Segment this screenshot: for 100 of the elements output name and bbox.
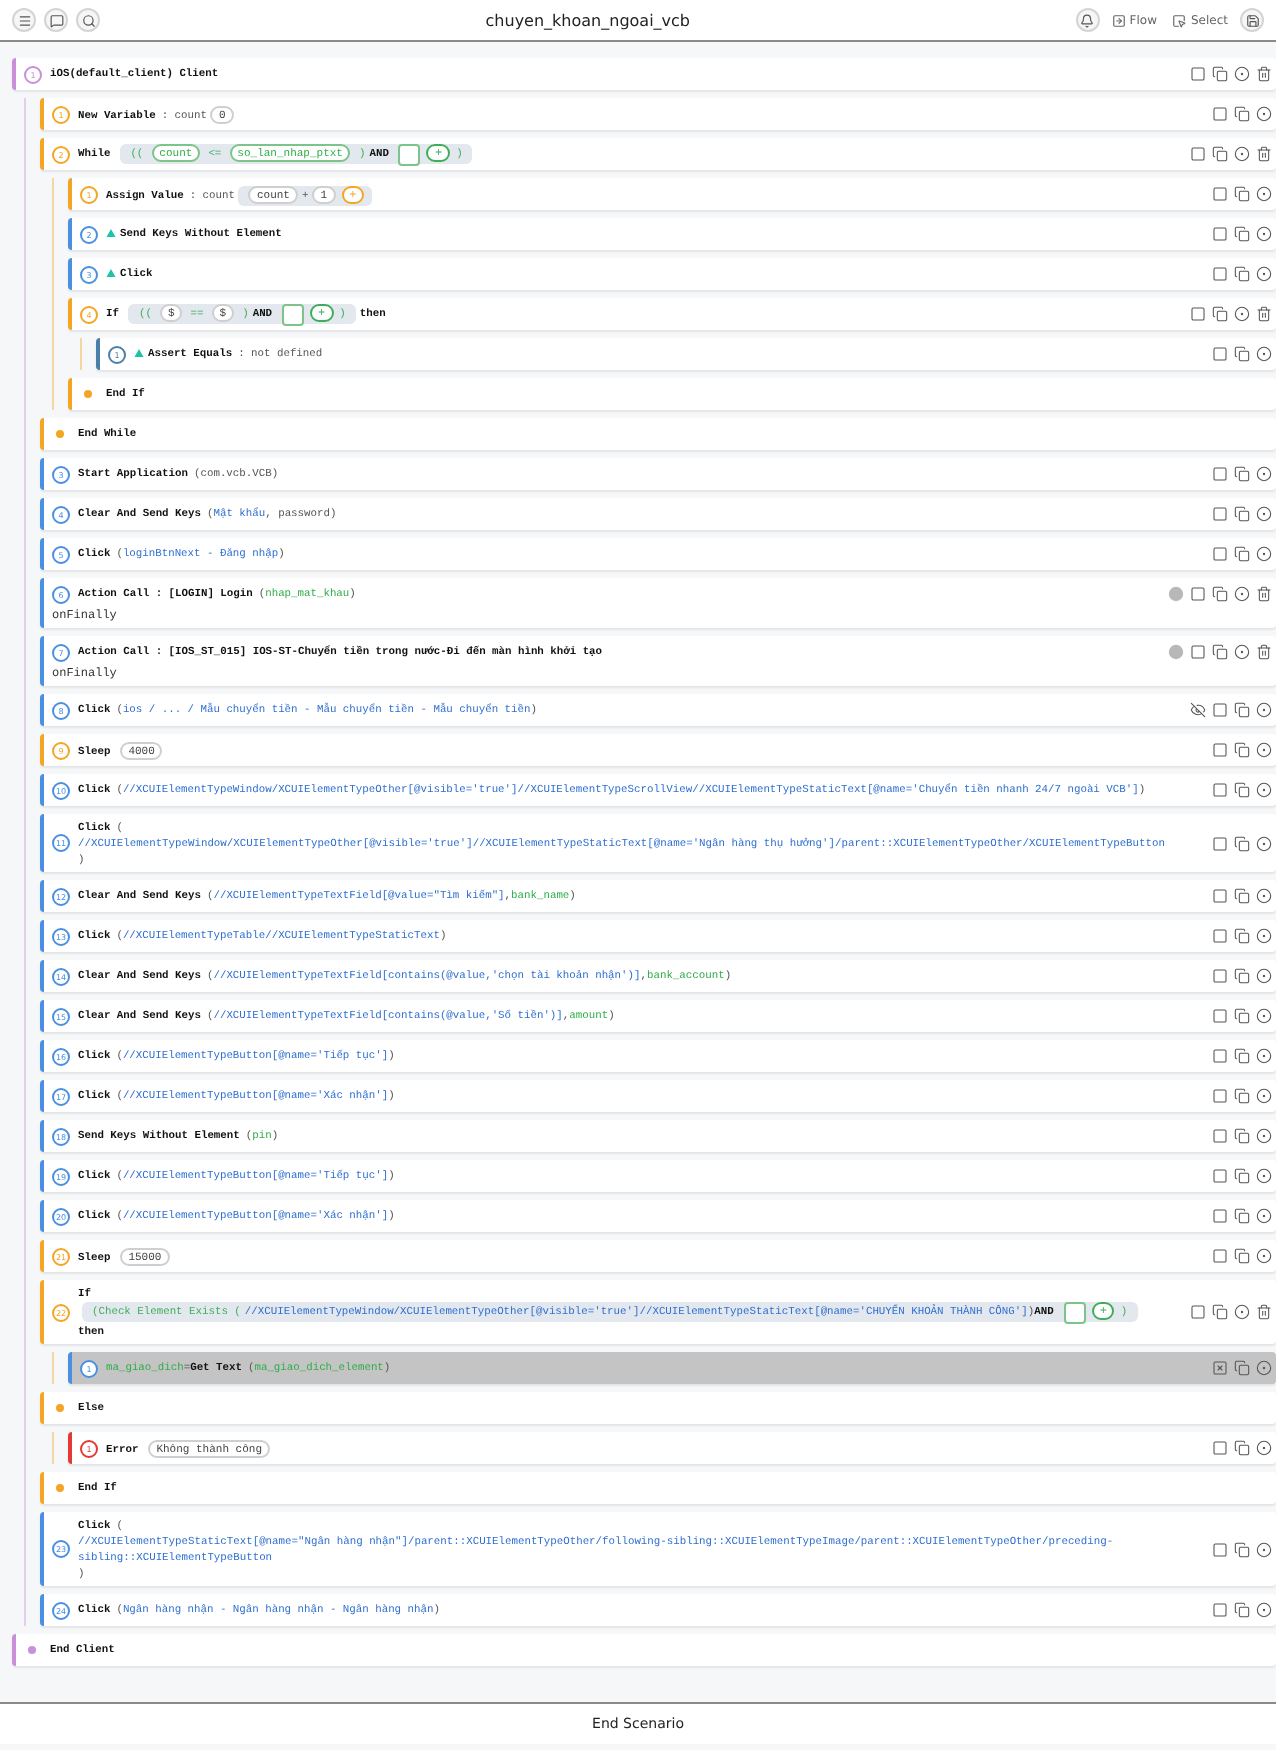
copy-icon[interactable] xyxy=(1234,888,1250,904)
copy-icon[interactable] xyxy=(1234,1208,1250,1224)
target-icon[interactable] xyxy=(1256,1208,1272,1224)
target-icon[interactable] xyxy=(1256,186,1272,202)
copy-icon[interactable] xyxy=(1212,644,1228,660)
copy-icon[interactable] xyxy=(1234,1168,1250,1184)
copy-icon[interactable] xyxy=(1212,66,1228,82)
target-icon[interactable] xyxy=(1256,226,1272,242)
target-icon[interactable] xyxy=(1256,1088,1272,1104)
target-icon[interactable] xyxy=(1256,1168,1272,1184)
copy-icon[interactable] xyxy=(1234,1088,1250,1104)
square-icon[interactable] xyxy=(1212,702,1228,718)
copy-icon[interactable] xyxy=(1234,835,1250,851)
copy-icon[interactable] xyxy=(1234,346,1250,362)
target-icon[interactable] xyxy=(1256,742,1272,758)
copy-icon[interactable] xyxy=(1234,466,1250,482)
target-icon[interactable] xyxy=(1256,928,1272,944)
target-icon[interactable] xyxy=(1234,586,1250,602)
target-icon[interactable] xyxy=(1256,702,1272,718)
square-icon[interactable] xyxy=(1212,226,1228,242)
save-button[interactable] xyxy=(1240,8,1264,32)
copy-icon[interactable] xyxy=(1234,1360,1250,1376)
copy-icon[interactable] xyxy=(1234,1602,1250,1618)
copy-icon[interactable] xyxy=(1234,226,1250,242)
target-icon[interactable] xyxy=(1256,466,1272,482)
square-icon[interactable] xyxy=(1212,888,1228,904)
copy-icon[interactable] xyxy=(1234,1248,1250,1264)
target-icon[interactable] xyxy=(1256,968,1272,984)
copy-icon[interactable] xyxy=(1212,586,1228,602)
copy-icon[interactable] xyxy=(1234,266,1250,282)
target-icon[interactable] xyxy=(1256,1248,1272,1264)
copy-icon[interactable] xyxy=(1212,1304,1228,1320)
target-icon[interactable] xyxy=(1256,1128,1272,1144)
square-icon[interactable] xyxy=(1212,1048,1228,1064)
trash-icon[interactable] xyxy=(1256,586,1272,602)
target-icon[interactable] xyxy=(1256,1541,1272,1557)
square-icon[interactable] xyxy=(1212,266,1228,282)
copy-icon[interactable] xyxy=(1234,742,1250,758)
copy-icon[interactable] xyxy=(1234,968,1250,984)
target-icon[interactable] xyxy=(1256,346,1272,362)
target-icon[interactable] xyxy=(1256,266,1272,282)
square-icon[interactable] xyxy=(1212,968,1228,984)
trash-icon[interactable] xyxy=(1256,644,1272,660)
target-icon[interactable] xyxy=(1256,506,1272,522)
square-icon[interactable] xyxy=(1190,586,1206,602)
close-square-icon[interactable] xyxy=(1212,1360,1228,1376)
square-icon[interactable] xyxy=(1212,1008,1228,1024)
copy-icon[interactable] xyxy=(1234,186,1250,202)
target-icon[interactable] xyxy=(1256,1360,1272,1376)
target-icon[interactable] xyxy=(1256,1008,1272,1024)
square-icon[interactable] xyxy=(1212,1088,1228,1104)
target-icon[interactable] xyxy=(1256,1440,1272,1456)
square-icon[interactable] xyxy=(1212,106,1228,122)
copy-icon[interactable] xyxy=(1234,1008,1250,1024)
square-icon[interactable] xyxy=(1212,186,1228,202)
target-icon[interactable] xyxy=(1256,835,1272,851)
copy-icon[interactable] xyxy=(1234,702,1250,718)
square-icon[interactable] xyxy=(1190,644,1206,660)
search-button[interactable] xyxy=(76,8,100,32)
copy-icon[interactable] xyxy=(1234,1128,1250,1144)
square-icon[interactable] xyxy=(1212,1168,1228,1184)
target-icon[interactable] xyxy=(1234,644,1250,660)
copy-icon[interactable] xyxy=(1234,106,1250,122)
square-icon[interactable] xyxy=(1212,506,1228,522)
copy-icon[interactable] xyxy=(1234,1541,1250,1557)
copy-icon[interactable] xyxy=(1212,306,1228,322)
target-icon[interactable] xyxy=(1256,546,1272,562)
target-icon[interactable] xyxy=(1234,306,1250,322)
target-icon[interactable] xyxy=(1234,66,1250,82)
trash-icon[interactable] xyxy=(1256,306,1272,322)
square-icon[interactable] xyxy=(1212,1602,1228,1618)
square-icon[interactable] xyxy=(1212,742,1228,758)
square-icon[interactable] xyxy=(1190,66,1206,82)
square-icon[interactable] xyxy=(1212,1541,1228,1557)
square-icon[interactable] xyxy=(1190,146,1206,162)
trash-icon[interactable] xyxy=(1256,146,1272,162)
target-icon[interactable] xyxy=(1256,1602,1272,1618)
copy-icon[interactable] xyxy=(1234,782,1250,798)
square-icon[interactable] xyxy=(1212,835,1228,851)
square-icon[interactable] xyxy=(1212,928,1228,944)
eye-off-icon[interactable] xyxy=(1190,702,1206,718)
chat-button[interactable] xyxy=(44,8,68,32)
trash-icon[interactable] xyxy=(1256,1304,1272,1320)
square-icon[interactable] xyxy=(1212,1248,1228,1264)
square-icon[interactable] xyxy=(1212,546,1228,562)
target-icon[interactable] xyxy=(1256,106,1272,122)
target-icon[interactable] xyxy=(1256,1048,1272,1064)
square-icon[interactable] xyxy=(1212,1208,1228,1224)
copy-icon[interactable] xyxy=(1234,506,1250,522)
square-icon[interactable] xyxy=(1190,1304,1206,1320)
copy-icon[interactable] xyxy=(1234,928,1250,944)
square-icon[interactable] xyxy=(1212,346,1228,362)
step-card[interactable] xyxy=(40,1512,1276,1586)
trash-icon[interactable] xyxy=(1256,66,1272,82)
copy-icon[interactable] xyxy=(1234,1048,1250,1064)
target-icon[interactable] xyxy=(1256,782,1272,798)
square-icon[interactable] xyxy=(1212,782,1228,798)
copy-icon[interactable] xyxy=(1212,146,1228,162)
target-icon[interactable] xyxy=(1234,1304,1250,1320)
square-icon[interactable] xyxy=(1212,1440,1228,1456)
